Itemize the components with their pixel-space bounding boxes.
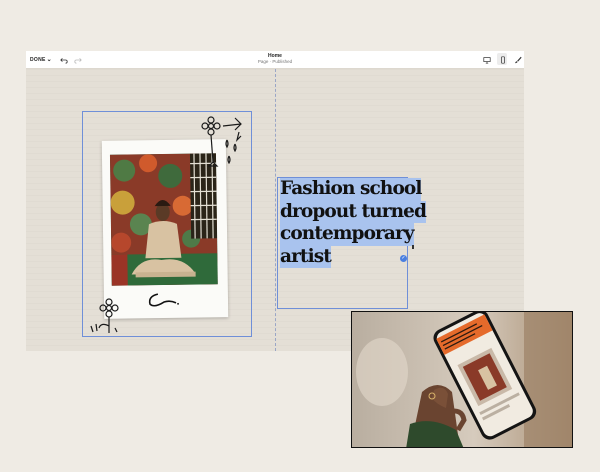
headline-line: contemporary	[280, 223, 415, 246]
text-block[interactable]: Fashion school dropout turned contempora…	[277, 177, 427, 309]
flower-doodle-top	[201, 116, 242, 167]
image-block[interactable]	[82, 111, 252, 337]
mobile-icon[interactable]	[498, 55, 507, 64]
check-icon[interactable]: ✓	[400, 255, 407, 262]
website-editor: DONE ⌄ Home Page · Published Fashion sch…	[26, 51, 524, 351]
flower-doodle-bottom	[90, 298, 119, 333]
page-canvas[interactable]: Fashion school dropout turned contempora…	[26, 69, 524, 351]
text-cursor-handle[interactable]	[412, 245, 414, 249]
headline-line: dropout turned	[280, 200, 427, 223]
headline-text[interactable]: Fashion school dropout turned contempora…	[280, 178, 427, 268]
signature	[148, 293, 179, 307]
page-status: Page · Published	[257, 59, 293, 64]
editor-toolbar: DONE ⌄ Home Page · Published	[26, 51, 524, 69]
headline-line: artist	[280, 245, 332, 268]
headline-line: Fashion school	[280, 178, 422, 201]
desktop-icon[interactable]	[482, 55, 491, 64]
phone-preview-video	[351, 311, 573, 448]
brush-icon[interactable]	[513, 55, 522, 64]
center-guide-line	[275, 69, 276, 351]
